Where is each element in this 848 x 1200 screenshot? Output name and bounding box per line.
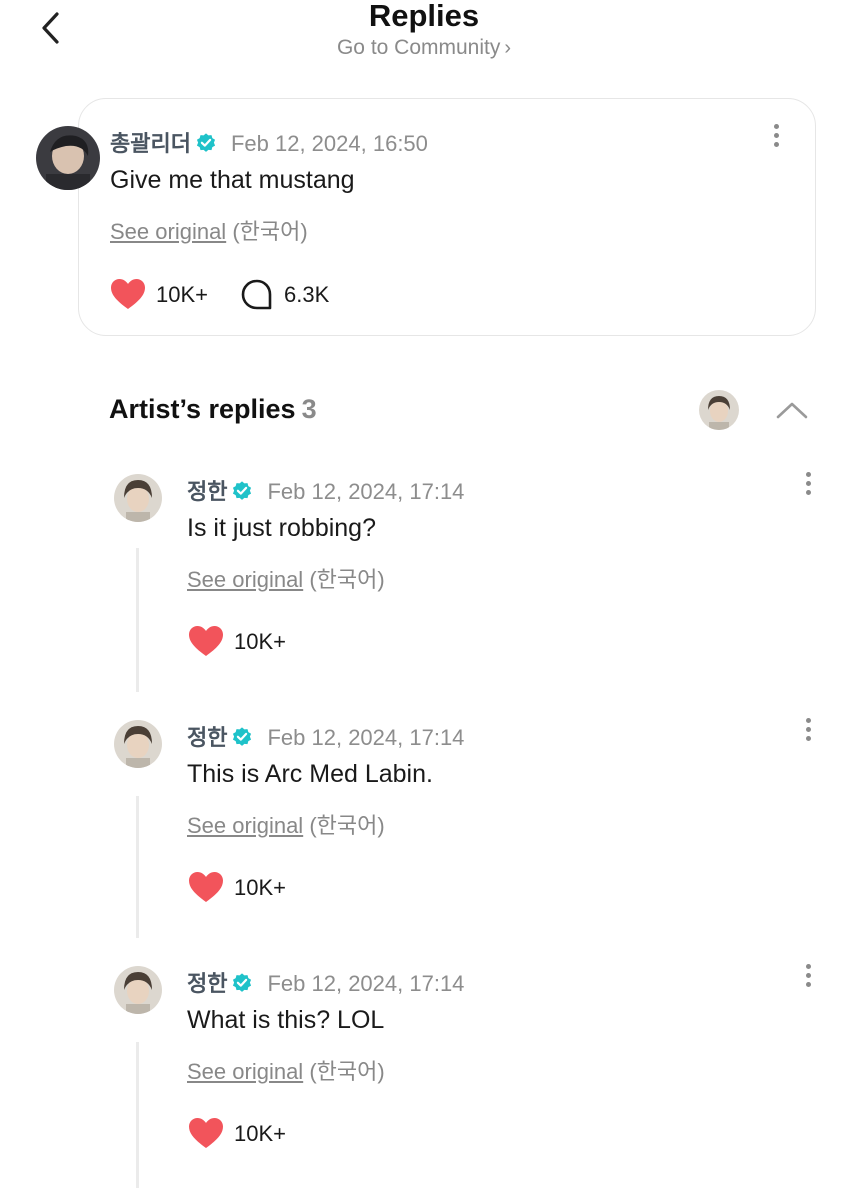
post-header: 총괄리더 Feb 12, 2024, 16:50 bbox=[110, 126, 428, 158]
see-original-link[interactable]: See original bbox=[187, 813, 303, 838]
comment-button[interactable] bbox=[240, 278, 274, 312]
page-title: Replies bbox=[368, 0, 480, 33]
reply-timestamp: Feb 12, 2024, 17:14 bbox=[267, 479, 465, 504]
author-name[interactable]: 정한 bbox=[187, 971, 227, 996]
avatar[interactable] bbox=[114, 966, 162, 1014]
chevron-up-icon bbox=[776, 402, 808, 419]
avatar[interactable] bbox=[36, 126, 100, 190]
see-original-row: See original (한국어) bbox=[110, 214, 308, 246]
reply-header: 정한 Feb 12, 2024, 17:14 bbox=[187, 720, 464, 752]
author-name[interactable]: 정한 bbox=[187, 479, 227, 504]
more-options-button[interactable] bbox=[796, 468, 820, 504]
reply-text: What is this? LOL bbox=[187, 1006, 385, 1034]
reply-timestamp: Feb 12, 2024, 17:14 bbox=[267, 725, 465, 750]
avatar[interactable] bbox=[114, 720, 162, 768]
go-to-community-link[interactable]: Go to Community › bbox=[0, 36, 848, 60]
more-vertical-icon bbox=[805, 472, 811, 477]
thread-line bbox=[136, 548, 139, 692]
like-button[interactable] bbox=[187, 870, 225, 904]
heart-icon bbox=[189, 626, 223, 656]
see-original-link[interactable]: See original bbox=[110, 219, 226, 244]
more-vertical-icon bbox=[773, 124, 779, 129]
heart-icon bbox=[189, 872, 223, 902]
like-button[interactable] bbox=[187, 624, 225, 658]
see-original-link[interactable]: See original bbox=[187, 567, 303, 592]
comment-count: 6.3K bbox=[284, 282, 330, 307]
like-count: 10K+ bbox=[234, 629, 286, 654]
more-options-button[interactable] bbox=[796, 960, 820, 996]
more-options-button[interactable] bbox=[796, 714, 820, 750]
reply-header: 정한 Feb 12, 2024, 17:14 bbox=[187, 966, 464, 998]
see-original-row: See original (한국어) bbox=[187, 562, 385, 594]
heart-icon bbox=[189, 1118, 223, 1148]
see-original-row: See original (한국어) bbox=[187, 1054, 385, 1086]
original-language: (한국어) bbox=[309, 567, 385, 592]
collapse-button[interactable] bbox=[772, 396, 812, 424]
author-name[interactable]: 정한 bbox=[187, 725, 227, 750]
thread-line bbox=[136, 1042, 139, 1188]
verified-badge-icon bbox=[233, 973, 252, 992]
reply-text: This is Arc Med Labin. bbox=[187, 760, 433, 788]
thread-line bbox=[136, 796, 139, 938]
artist-replies-title: Artist’s replies 3 bbox=[109, 394, 317, 425]
like-count: 10K+ bbox=[156, 282, 208, 307]
chevron-right-icon: › bbox=[504, 37, 512, 59]
post-text: Give me that mustang bbox=[110, 166, 355, 194]
community-link-label: Go to Community bbox=[336, 36, 501, 59]
reply-header: 정한 Feb 12, 2024, 17:14 bbox=[187, 474, 464, 506]
post-timestamp: Feb 12, 2024, 16:50 bbox=[230, 131, 428, 156]
artist-replies-label: Artist’s replies bbox=[109, 394, 296, 424]
avatar[interactable] bbox=[114, 474, 162, 522]
reply-text: Is it just robbing? bbox=[187, 514, 376, 542]
author-name[interactable]: 총괄리더 bbox=[110, 131, 191, 156]
more-vertical-icon bbox=[805, 718, 811, 723]
reply-timestamp: Feb 12, 2024, 17:14 bbox=[267, 971, 465, 996]
original-language: (한국어) bbox=[309, 1059, 385, 1084]
artist-avatar[interactable] bbox=[699, 390, 739, 430]
artist-replies-count: 3 bbox=[301, 394, 317, 424]
like-count: 10K+ bbox=[234, 875, 286, 900]
verified-badge-icon bbox=[233, 481, 252, 500]
more-options-button[interactable] bbox=[764, 120, 788, 156]
like-count: 10K+ bbox=[234, 1121, 286, 1146]
original-language: (한국어) bbox=[232, 219, 308, 244]
see-original-link[interactable]: See original bbox=[187, 1059, 303, 1084]
more-vertical-icon bbox=[805, 964, 811, 969]
verified-badge-icon bbox=[196, 133, 216, 152]
original-language: (한국어) bbox=[309, 813, 385, 838]
like-button[interactable] bbox=[187, 1116, 225, 1150]
verified-badge-icon bbox=[233, 727, 252, 746]
heart-icon bbox=[111, 279, 145, 309]
like-button[interactable] bbox=[109, 277, 147, 311]
see-original-row: See original (한국어) bbox=[187, 808, 385, 840]
comment-bubble-icon bbox=[241, 279, 272, 310]
